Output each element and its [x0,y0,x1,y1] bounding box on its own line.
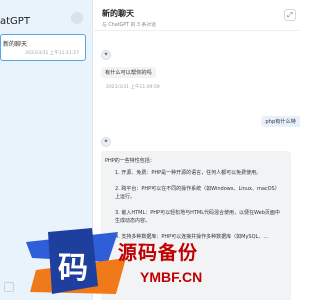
conversation-item[interactable]: 新的聊天 2023/3/31 上午11:11:27 [0,34,86,61]
watermark-url: YMBF.CN [140,269,203,285]
user-message: php有什么特 [261,116,300,127]
chat-subtitle: 与 ChatGPT 的 3 条对话 [102,23,156,28]
bot-avatar-icon: ✦ [101,137,111,147]
conversation-title: 新的聊天 [3,41,28,48]
watermark-char: 码 [58,251,88,286]
answer-point: 2. 跨平台：PHP可以在不同的操作系统（如Windows、Linux、macO… [115,186,280,200]
assistant-message: 有什么可以帮你的吗 [101,67,156,78]
bot-avatar-icon: ✦ [101,50,111,60]
answer-point: 1. 开源、免费：PHP是一种开源的语言，任何人都可以免费使用。 [115,170,262,176]
settings-icon[interactable] [4,282,14,292]
app-brand: atGPT [0,16,30,27]
chat-title: 新的聊天 [102,9,134,18]
conversation-time: 2023/3/31 上午11:11:27 [25,51,79,56]
watermark-title: 源码备份 [118,242,199,264]
answer-point: 3. 嵌入HTML：PHP可以轻松地与HTML代码混合使用，以便在Web页面中生… [115,210,280,224]
message-time: 2023/3/31 上午11:09:59 [106,85,160,90]
expand-icon[interactable]: ⤢ [284,9,296,21]
chat-header: 新的聊天 与 ChatGPT 的 3 条对话 ⤢ [92,0,300,31]
gear-icon[interactable] [71,12,83,24]
answer-intro: PHP的一些特性包括： [105,158,155,164]
